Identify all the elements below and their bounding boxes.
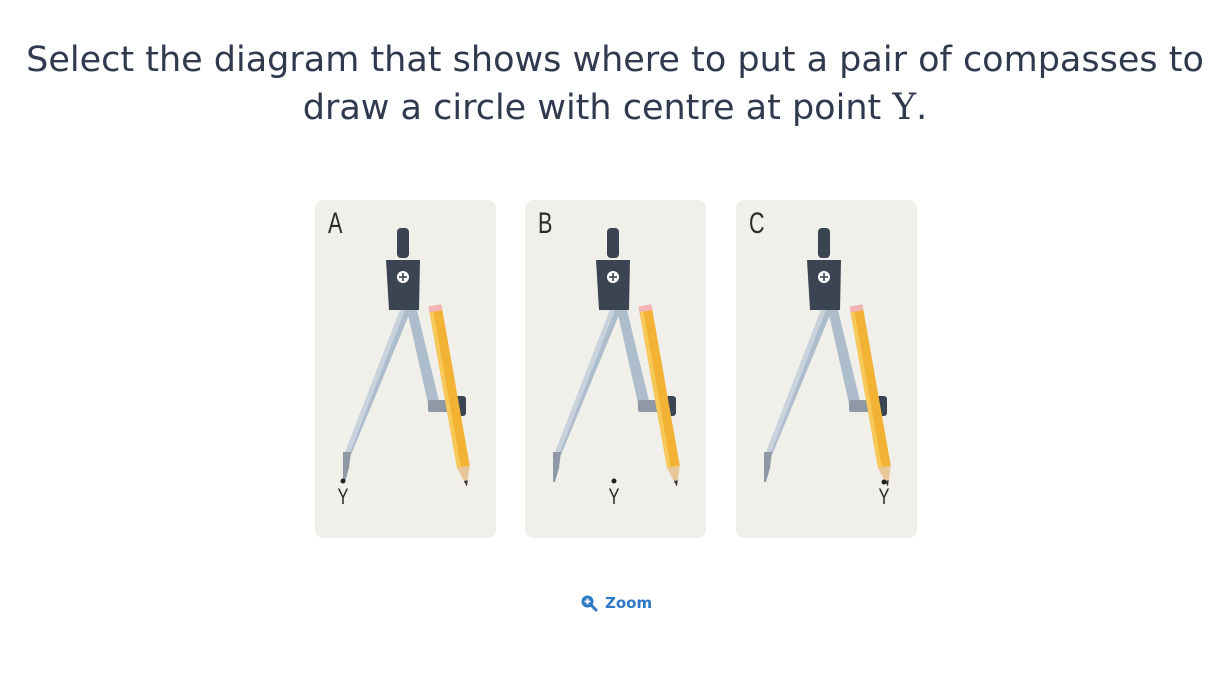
compass-icon xyxy=(764,228,891,487)
point-y-label: Y xyxy=(608,484,620,509)
option-card-c[interactable]: C Y xyxy=(736,200,917,538)
question-line-2-text: draw a circle with centre at point xyxy=(302,88,893,128)
compass-icon xyxy=(553,228,680,487)
point-y-dot xyxy=(611,478,617,484)
question-line-1: Select the diagram that shows where to p… xyxy=(26,40,1204,80)
option-card-b[interactable]: B Y xyxy=(525,200,706,538)
point-y-label: Y xyxy=(878,484,890,509)
compass-icon xyxy=(343,228,470,487)
point-y-label: Y xyxy=(337,484,349,509)
question-text: Select the diagram that shows where to p… xyxy=(0,36,1230,132)
question-line-2-end: . xyxy=(916,88,928,128)
point-y-dot xyxy=(340,478,346,484)
zoom-button[interactable]: Zoom xyxy=(580,594,652,612)
option-card-a[interactable]: A Y xyxy=(315,200,496,538)
option-letter: C xyxy=(749,207,765,240)
point-variable: Y xyxy=(892,87,917,128)
zoom-label: Zoom xyxy=(605,594,653,612)
zoom-in-icon xyxy=(581,595,598,612)
question-line-2: draw a circle with centre at point Y. xyxy=(0,84,1230,132)
option-letter: A xyxy=(328,207,343,240)
option-letter: B xyxy=(538,207,553,240)
